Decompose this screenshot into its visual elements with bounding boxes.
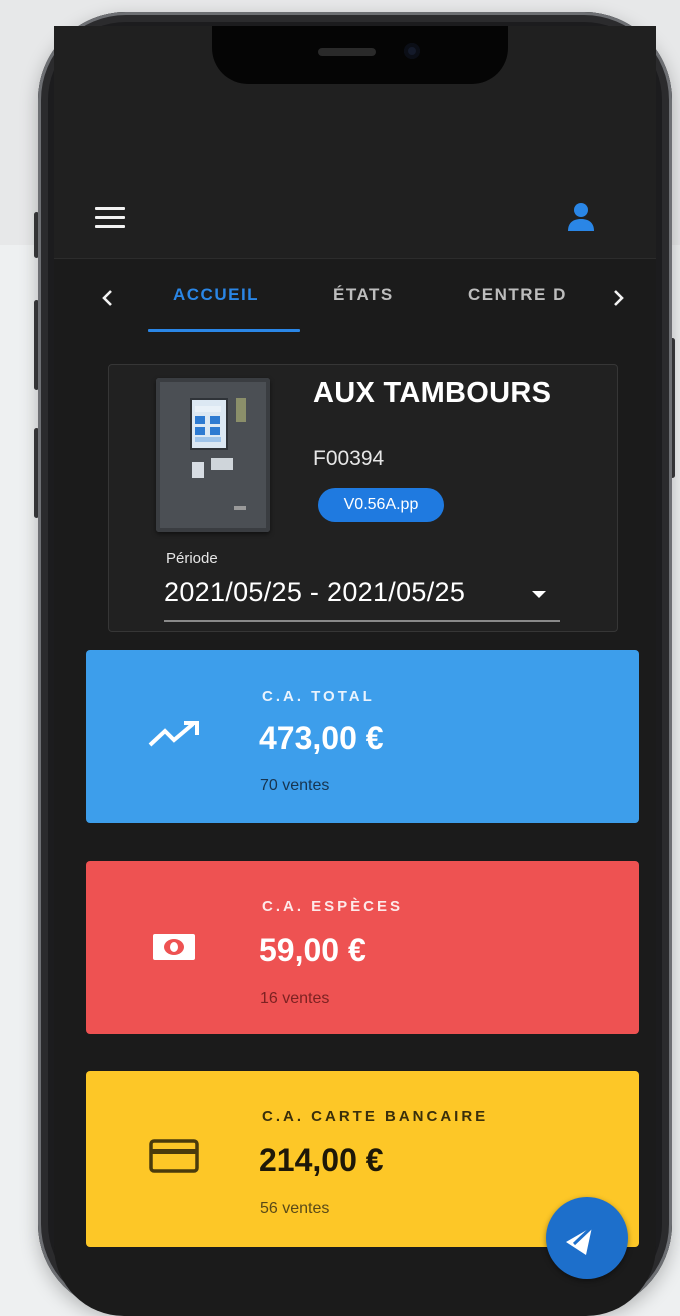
trending-up-icon bbox=[147, 720, 205, 755]
periode-select[interactable]: 2021/05/25 - 2021/05/25 bbox=[164, 572, 560, 622]
active-tab-indicator bbox=[148, 329, 300, 332]
stat-amount: 214,00 € bbox=[259, 1142, 384, 1178]
machine-panel bbox=[236, 398, 246, 422]
stat-amount: 473,00 € bbox=[259, 720, 384, 756]
stat-count: 16 ventes bbox=[260, 990, 330, 1007]
user-icon[interactable] bbox=[566, 200, 596, 232]
stat-title: C.A. TOTAL bbox=[262, 688, 375, 705]
credit-card-icon bbox=[148, 1138, 200, 1179]
phone-notch bbox=[212, 26, 508, 84]
machine-panel bbox=[192, 462, 204, 478]
send-icon bbox=[566, 1225, 594, 1255]
tab-etats[interactable]: ÉTATS bbox=[333, 285, 394, 305]
stat-title: C.A. ESPÈCES bbox=[262, 898, 404, 915]
front-camera bbox=[404, 43, 420, 59]
hamburger-menu-icon[interactable] bbox=[95, 207, 125, 229]
stat-amount: 59,00 € bbox=[259, 932, 366, 968]
chevron-left-icon[interactable] bbox=[96, 286, 120, 310]
machine-image bbox=[156, 378, 270, 532]
machine-screen bbox=[190, 398, 228, 450]
stat-count: 70 ventes bbox=[260, 777, 330, 794]
device-name: AUX TAMBOURS bbox=[313, 377, 552, 409]
periode-value: 2021/05/25 - 2021/05/25 bbox=[164, 577, 466, 607]
floating-action-button[interactable] bbox=[546, 1197, 628, 1279]
tab-centre[interactable]: CENTRE D bbox=[468, 285, 580, 305]
device-id: F00394 bbox=[313, 447, 385, 470]
periode-label: Période bbox=[166, 550, 218, 567]
speaker-grille bbox=[318, 48, 376, 56]
stat-count: 56 ventes bbox=[260, 1200, 330, 1217]
stat-title: C.A. CARTE BANCAIRE bbox=[262, 1108, 489, 1125]
chevron-right-icon[interactable] bbox=[606, 286, 630, 310]
machine-panel bbox=[211, 458, 233, 470]
dropdown-caret-icon bbox=[532, 591, 546, 598]
banknote-icon bbox=[151, 932, 197, 967]
machine-panel bbox=[234, 506, 246, 510]
version-badge[interactable]: V0.56A.pp bbox=[318, 488, 444, 522]
tab-accueil[interactable]: ACCUEIL bbox=[173, 285, 259, 305]
